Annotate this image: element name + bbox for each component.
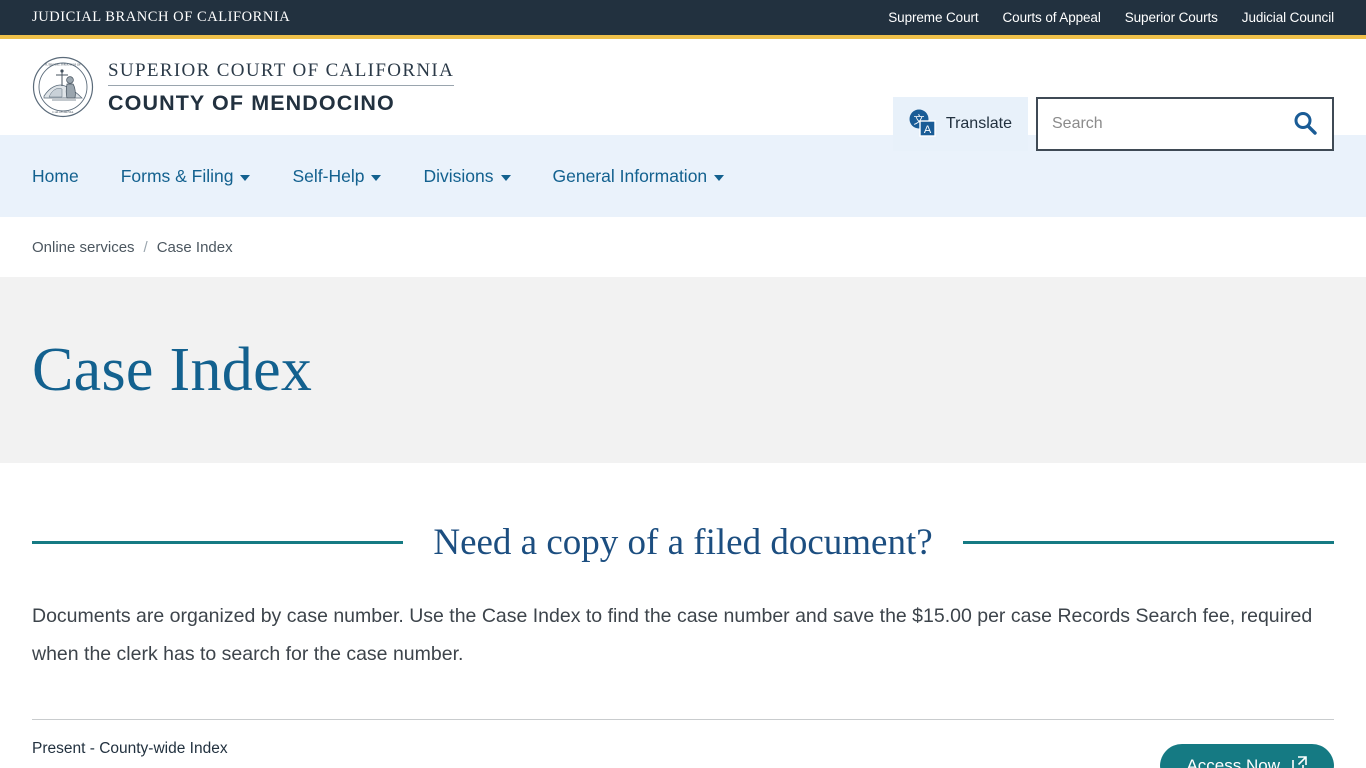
breadcrumb-current: Case Index bbox=[156, 238, 233, 256]
chevron-down-icon bbox=[371, 174, 382, 181]
nav-item-label: Home bbox=[32, 165, 79, 186]
page-title: Case Index bbox=[32, 335, 313, 404]
court-name-county: COUNTY OF MENDOCINO bbox=[108, 91, 395, 115]
nav-item-general-information[interactable]: General Information bbox=[553, 166, 725, 187]
heading-rule-right bbox=[962, 541, 1335, 544]
court-name-superior: SUPERIOR COURT OF CALIFORNIA bbox=[108, 60, 455, 86]
breadcrumb-link-online-services[interactable]: Online services bbox=[32, 239, 135, 256]
nav-item-label: Divisions bbox=[423, 165, 494, 186]
chevron-down-icon bbox=[240, 174, 251, 181]
search-submit-button[interactable] bbox=[1292, 110, 1318, 139]
resource-row: Present - County-wide Index Search our o… bbox=[32, 740, 1334, 768]
section-heading-text: Need a copy of a filed document? bbox=[433, 522, 933, 563]
topbar-link-supreme-court[interactable]: Supreme Court bbox=[888, 10, 978, 25]
page-content: Need a copy of a filed document? Documen… bbox=[0, 521, 1366, 768]
topbar-link-superior-courts[interactable]: Superior Courts bbox=[1125, 10, 1218, 25]
nav-item-divisions[interactable]: Divisions bbox=[423, 165, 511, 187]
search-input[interactable] bbox=[1050, 114, 1292, 134]
content-divider bbox=[32, 719, 1334, 720]
page-hero: Case Index bbox=[0, 277, 1366, 463]
site-masthead: JUDICIAL BRANCH OF CALIFORNIA SUPERIOR C… bbox=[0, 39, 1366, 151]
breadcrumb: Online services / Case Index bbox=[0, 217, 1366, 277]
access-now-button[interactable]: Access Now bbox=[1160, 744, 1334, 768]
access-now-label: Access Now bbox=[1186, 756, 1280, 768]
masthead-tools: 文 A Translate bbox=[892, 97, 1334, 151]
nav-item-label: Self-Help bbox=[292, 165, 365, 186]
external-link-icon bbox=[1291, 755, 1308, 768]
svg-text:JUDICIAL BRANCH OF: JUDICIAL BRANCH OF bbox=[45, 63, 81, 67]
resource-text-block: Present - County-wide Index Search our o… bbox=[32, 740, 604, 768]
search-icon bbox=[1292, 110, 1318, 139]
intro-paragraph: Documents are organized by case number. … bbox=[32, 605, 1313, 665]
top-utility-links: Supreme Court Courts of Appeal Superior … bbox=[888, 10, 1334, 25]
resource-title: Present - County-wide Index bbox=[32, 740, 228, 757]
top-utility-bar: JUDICIAL BRANCH OF CALIFORNIA Supreme Co… bbox=[0, 0, 1366, 35]
topbar-link-judicial-council[interactable]: Judicial Council bbox=[1242, 10, 1334, 25]
section-heading-block: Need a copy of a filed document? bbox=[32, 521, 1335, 564]
judicial-branch-wordmark: JUDICIAL BRANCH OF CALIFORNIA bbox=[32, 9, 291, 25]
translate-icon: 文 A bbox=[907, 108, 937, 141]
nav-item-label: Forms & Filing bbox=[120, 165, 234, 186]
nav-item-label: General Information bbox=[552, 165, 708, 186]
breadcrumb-separator: / bbox=[143, 238, 148, 256]
chevron-down-icon bbox=[714, 174, 725, 181]
translate-button[interactable]: 文 A Translate bbox=[892, 97, 1028, 151]
topbar-link-courts-of-appeal[interactable]: Courts of Appeal bbox=[1003, 10, 1101, 25]
heading-rule-left bbox=[32, 541, 404, 544]
nav-item-home[interactable]: Home bbox=[32, 166, 79, 187]
court-brand-lockup[interactable]: JUDICIAL BRANCH OF CALIFORNIA SUPERIOR C… bbox=[32, 56, 455, 118]
nav-item-self-help[interactable]: Self-Help bbox=[292, 165, 382, 187]
nav-item-forms-and-filing[interactable]: Forms & Filing bbox=[121, 166, 251, 187]
svg-text:CALIFORNIA: CALIFORNIA bbox=[52, 110, 74, 114]
translate-label: Translate bbox=[945, 115, 1012, 132]
chevron-down-icon bbox=[500, 174, 511, 181]
judicial-branch-seal-icon: JUDICIAL BRANCH OF CALIFORNIA bbox=[32, 56, 94, 118]
court-titles: SUPERIOR COURT OF CALIFORNIA COUNTY OF M… bbox=[108, 58, 455, 116]
site-search bbox=[1036, 97, 1334, 151]
svg-text:A: A bbox=[924, 124, 932, 136]
